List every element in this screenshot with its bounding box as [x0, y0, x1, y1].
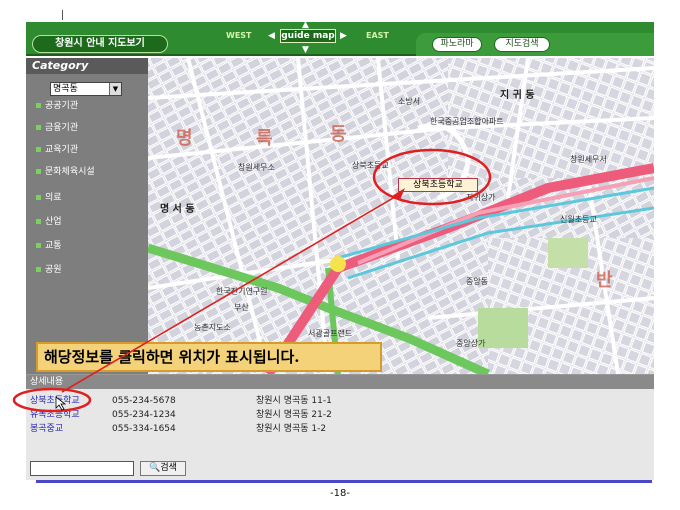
bullet-icon	[36, 219, 41, 224]
map-place-label: 부산	[234, 303, 249, 312]
dong-select[interactable]: 명곡동 ▼	[50, 82, 122, 96]
panorama-button[interactable]: 파노라마	[432, 37, 482, 52]
search-input[interactable]	[30, 461, 134, 476]
result-name-link[interactable]: 유목초등학교	[30, 409, 80, 422]
result-phone: 055-234-5678	[112, 396, 176, 406]
bullet-icon	[36, 147, 41, 152]
compass-nav: WEST ▲ ◀ guide map ▶ ▼ EAST	[226, 21, 389, 56]
sidebar-item-park[interactable]: 공원	[36, 264, 62, 276]
app-title: 창원시 안내 지도보기	[32, 35, 168, 53]
result-address: 창원시 명곡동 21-2	[256, 410, 332, 420]
map-district-label: 륵	[256, 128, 273, 149]
sidebar-item-label: 공공기관	[45, 101, 79, 111]
east-label: EAST	[366, 31, 389, 40]
map-place-label: 창원세무서	[570, 155, 607, 164]
page-number: -18-	[330, 488, 350, 499]
sidebar-item-culture[interactable]: 문화체육시설	[36, 166, 95, 178]
map-place-label: 농촌지도소	[194, 323, 231, 332]
sidebar-item-public[interactable]: 공공기관	[36, 100, 78, 112]
bullet-icon	[36, 243, 41, 248]
sidebar-item-label: 금융기관	[45, 123, 79, 133]
map-place-label: 중앙동	[466, 277, 489, 286]
bullet-icon	[36, 195, 41, 200]
detail-heading: 상세내용	[26, 375, 654, 389]
map-search-button[interactable]: 지도검색	[494, 37, 550, 52]
result-row[interactable]: 상북초등학교 055-234-5678 창원시 명곡동 11-1	[30, 395, 630, 408]
result-name-link[interactable]: 봉곡중교	[30, 423, 63, 436]
result-address: 창원시 명곡동 11-1	[256, 396, 332, 406]
result-name-link[interactable]: 상북초등학교	[30, 395, 80, 408]
bullet-icon	[36, 125, 41, 130]
corner-mark	[62, 10, 63, 20]
search-button-label: 검색	[160, 463, 177, 473]
sidebar-item-label: 교육기관	[45, 145, 79, 155]
map-district-label: 반	[596, 270, 613, 291]
sidebar-item-label: 문화체육시설	[45, 167, 95, 177]
map-place-label: 한국중공업조합아파트	[430, 117, 504, 126]
map-place-label: 상북초등교	[352, 161, 389, 170]
arrow-right-icon[interactable]: ▶	[340, 32, 347, 41]
sidebar-item-label: 교통	[45, 241, 62, 251]
map-place-label: 서광골프랜드	[308, 329, 353, 338]
west-label: WEST	[226, 31, 252, 40]
map-place-label: 한국전기연구원	[216, 287, 268, 296]
search-button[interactable]: 🔍검색	[140, 461, 186, 476]
category-sidebar: Category 명곡동 ▼ 공공기관 금융기관 교육기관 문화체육시설 의료 …	[26, 58, 148, 374]
map-place-label: 창원세무소	[238, 163, 275, 172]
map-place-label: 신월초등교	[560, 215, 597, 224]
result-phone: 055-334-1654	[112, 424, 176, 434]
bottom-divider	[36, 480, 652, 483]
map-district-label: 지 귀 동	[500, 90, 535, 101]
bullet-icon	[36, 169, 41, 174]
chevron-down-icon[interactable]: ▼	[109, 83, 121, 95]
map-place-label: 소방서	[398, 97, 421, 106]
map-district-label: 동	[330, 124, 347, 145]
sidebar-item-medical[interactable]: 의료	[36, 192, 62, 204]
search-icon: 🔍	[149, 463, 161, 473]
dong-select-value: 명곡동	[53, 84, 78, 94]
header-bar: 창원시 안내 지도보기 WEST ▲ ◀ guide map ▶ ▼ EAST …	[26, 21, 654, 56]
sidebar-item-label: 의료	[45, 193, 62, 203]
result-phone: 055-234-1234	[112, 410, 176, 420]
map-view[interactable]: 명 륵 동 반 지 귀 동 명 서 동 한국중공업조합아파트 소방서 상북초등교…	[148, 58, 654, 374]
bullet-icon	[36, 267, 41, 272]
arrow-left-icon[interactable]: ◀	[268, 32, 275, 41]
page: 창원시 안내 지도보기 WEST ▲ ◀ guide map ▶ ▼ EAST …	[0, 0, 680, 510]
map-district-label: 명 서 동	[160, 204, 195, 215]
detail-panel: 상세내용 상북초등학교 055-234-5678 창원시 명곡동 11-1 유목…	[26, 374, 654, 480]
result-row[interactable]: 봉곡중교 055-334-1654 창원시 명곡동 1-2	[30, 423, 630, 436]
sidebar-item-label: 산업	[45, 217, 62, 227]
arrow-down-icon[interactable]: ▼	[302, 46, 309, 55]
guide-map-label: guide map	[280, 29, 336, 43]
category-heading: Category	[26, 58, 148, 74]
target-location-label[interactable]: 상북초등학교	[398, 178, 478, 192]
sidebar-item-finance[interactable]: 금융기관	[36, 122, 78, 134]
bullet-icon	[36, 103, 41, 108]
map-district-label: 명	[176, 128, 193, 149]
sidebar-item-transport[interactable]: 교통	[36, 240, 62, 252]
result-address: 창원시 명곡동 1-2	[256, 424, 327, 434]
map-place-label: 중앙상가	[456, 339, 486, 348]
instruction-banner: 해당정보를 클릭하면 위치가 표시됩니다.	[36, 342, 382, 372]
sidebar-item-industry[interactable]: 산업	[36, 216, 62, 228]
map-place-label: 지귀상가	[466, 193, 496, 202]
sidebar-item-education[interactable]: 교육기관	[36, 144, 78, 156]
sidebar-item-label: 공원	[45, 265, 62, 275]
result-row[interactable]: 유목초등학교 055-234-1234 창원시 명곡동 21-2	[30, 409, 630, 422]
